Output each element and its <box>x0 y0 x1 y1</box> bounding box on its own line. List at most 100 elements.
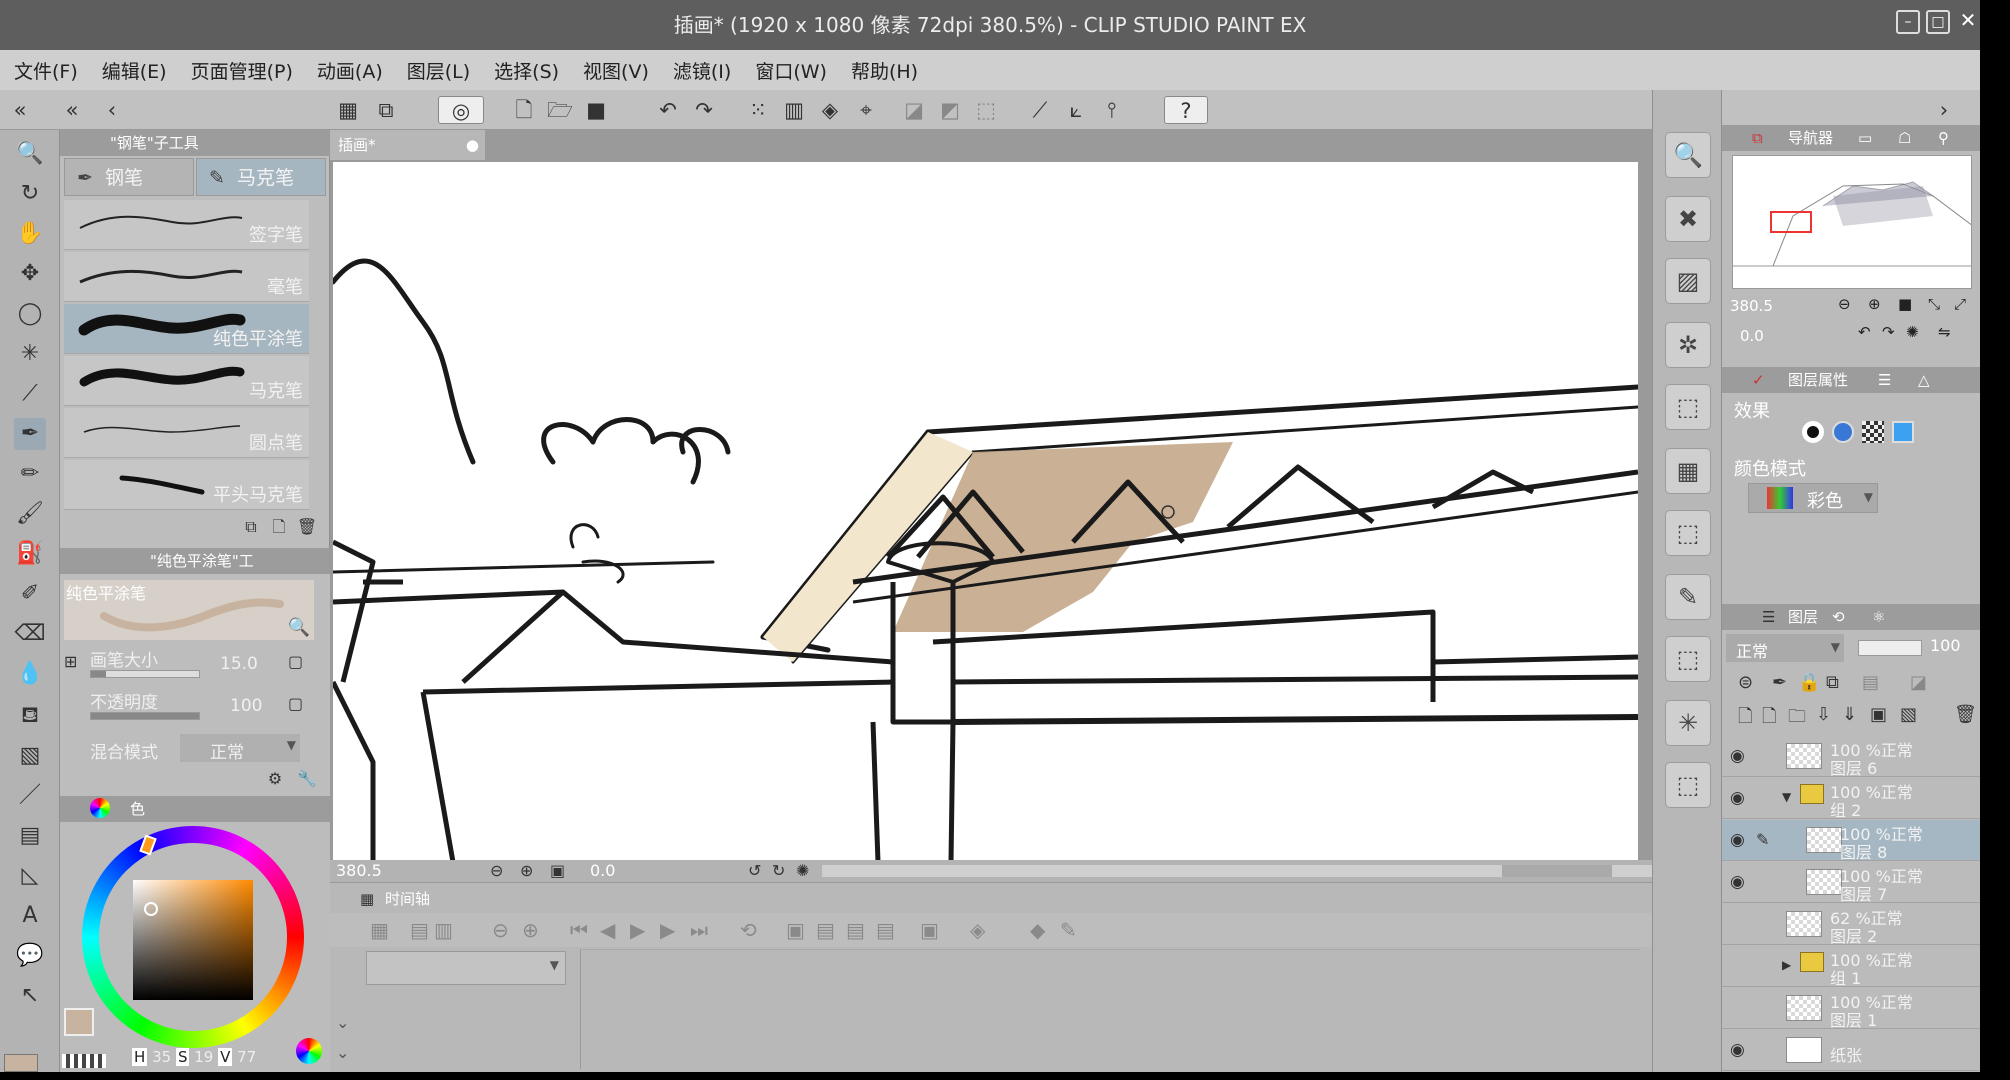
camera-icon[interactable]: ▤ <box>410 913 429 947</box>
cube-icon[interactable]: ⬚ <box>1665 636 1711 682</box>
maximize-button[interactable]: □ <box>1926 10 1950 34</box>
new-timeline-icon[interactable]: ▦ <box>370 913 389 947</box>
brush-item-selected[interactable]: 纯色平涂笔 <box>64 304 309 354</box>
fit-window-icon[interactable]: ⤢ <box>1954 295 1966 313</box>
prev-frame-icon[interactable]: ◀ <box>600 913 615 947</box>
close-button[interactable]: ✕ <box>1956 10 1980 34</box>
keyframe-icon[interactable]: ▣ <box>920 913 939 947</box>
diamond-icon[interactable]: ◆ <box>1030 913 1045 947</box>
menu-select[interactable]: 选择(S) <box>494 57 559 84</box>
rotate-right-icon[interactable]: ↷ <box>1882 323 1895 341</box>
eyedropper-icon[interactable]: ⟋ <box>14 378 46 410</box>
save-icon[interactable]: ■ <box>582 96 610 124</box>
drawing-canvas[interactable] <box>333 162 1638 860</box>
tab-icon[interactable]: ☰ <box>1878 367 1891 393</box>
decoration-icon[interactable]: ✐ <box>14 578 46 610</box>
navigator-preview[interactable] <box>1732 155 1972 289</box>
layer-row[interactable]: ◉ ✎ 100 %正常 图层 8 <box>1722 820 1980 862</box>
balloon-tool-icon[interactable]: 💬 <box>14 940 46 972</box>
delete-subtool-icon[interactable]: 🗑 <box>296 516 318 538</box>
keyframe-edit-icon[interactable]: ◈ <box>970 913 985 947</box>
angle-value[interactable]: 0.0 <box>590 860 615 882</box>
layer-row[interactable]: ◉ 100 %正常 图层 7 <box>1722 862 1980 904</box>
document-tab[interactable]: 插画* ● <box>330 130 485 160</box>
zoom-in-icon[interactable]: ⊕ <box>522 913 539 947</box>
chevron-left-icon[interactable]: ‹ <box>98 96 126 124</box>
gradient-icon[interactable]: ▧ <box>14 740 46 772</box>
layer-row[interactable]: 100 %正常 图层 1 <box>1722 988 1980 1030</box>
star-icon[interactable]: ✳ <box>1665 700 1711 746</box>
opacity-value[interactable]: 100 <box>230 696 262 716</box>
tab-marker[interactable]: ✎ 马克笔 <box>196 158 326 196</box>
brush-size-value[interactable]: 15.0 <box>220 654 258 674</box>
color-wheel-tab-icon[interactable] <box>90 798 110 818</box>
protect-alpha-icon[interactable]: ✒ <box>1772 672 1787 693</box>
tab-pen[interactable]: ✒ 钢笔 <box>64 158 194 196</box>
extract-line-icon[interactable] <box>1832 421 1854 443</box>
crop-icon[interactable]: ◪ <box>900 96 928 124</box>
reset-rotation-icon[interactable]: ✺ <box>796 860 809 882</box>
material-icon[interactable]: ✲ <box>1665 322 1711 368</box>
play-icon[interactable]: ▶ <box>630 913 645 947</box>
new-subtool-icon[interactable]: 🗋 <box>268 516 290 538</box>
collapse-left-icon[interactable]: « <box>58 96 86 124</box>
move-tool-icon[interactable]: ✥ <box>14 258 46 290</box>
layer-property-tab-label[interactable]: 图层属性 <box>1788 367 1848 393</box>
horizontal-scrollbar[interactable] <box>822 865 1652 877</box>
visibility-eye-icon[interactable]: ◉ <box>1730 1040 1745 1060</box>
blend-tool-icon[interactable]: 💧 <box>14 658 46 690</box>
apply-mask-icon[interactable]: ▧ <box>1900 704 1917 725</box>
onion-skin-icon[interactable]: ▥ <box>434 913 453 947</box>
main-color-swatch[interactable] <box>64 1008 94 1036</box>
brush-item[interactable]: 马克笔 <box>64 356 309 406</box>
merge-down-icon[interactable]: ⇓ <box>1842 704 1857 725</box>
delete-layer-icon[interactable]: 🗑 <box>1954 704 1977 725</box>
menu-file[interactable]: 文件(F) <box>14 57 78 84</box>
zoom-out-icon[interactable]: ⊖ <box>490 860 503 882</box>
magnifier-icon[interactable]: 🔍 <box>288 617 310 638</box>
layer-row[interactable]: 62 %正常 图层 2 <box>1722 904 1980 946</box>
paper-layer-row[interactable]: ◉ 纸张 <box>1722 1030 1980 1071</box>
navigator-angle-value[interactable]: 0.0 <box>1740 327 1764 345</box>
border-effect-icon[interactable] <box>1802 421 1824 443</box>
zoom-in-icon[interactable]: ⊕ <box>520 860 533 882</box>
layer-blend-select[interactable]: 正常 ▼ <box>1726 634 1844 662</box>
tab-timeline[interactable]: ▦ 时间轴 <box>360 887 460 911</box>
new-raster-layer-icon[interactable]: 🗋 <box>1738 704 1752 734</box>
transform-icon[interactable]: ⌖ <box>852 96 880 124</box>
rotate-right-icon[interactable]: ↻ <box>772 860 785 882</box>
first-frame-icon[interactable]: ⏮ <box>570 913 588 947</box>
airbrush-icon[interactable]: ⛽ <box>14 538 46 570</box>
layer-opacity-value[interactable]: 100 <box>1930 636 1961 655</box>
menu-layer[interactable]: 图层(L) <box>407 57 470 84</box>
menu-window[interactable]: 窗口(W) <box>755 57 827 84</box>
material-icon[interactable]: ✖ <box>1665 196 1711 242</box>
deselect-icon[interactable]: ⁙ <box>744 96 772 124</box>
brush-item[interactable]: 毫笔 <box>64 252 309 302</box>
pencil-tool-icon[interactable]: ✏ <box>14 458 46 490</box>
navigator-zoom-value[interactable]: 380.5 <box>1730 297 1773 315</box>
tab-icon[interactable]: △ <box>1918 367 1930 393</box>
close-tab-icon[interactable]: ● <box>466 130 479 160</box>
actual-size-icon[interactable]: ⤡ <box>1928 295 1940 313</box>
help-icon[interactable]: ? <box>1164 96 1208 124</box>
visibility-eye-icon[interactable]: ◉ <box>1730 830 1745 850</box>
new-folder-icon[interactable]: 🗀 <box>1788 704 1806 734</box>
special-ruler-snap-icon[interactable]: ⟀ <box>1062 96 1090 124</box>
reset-rotation-icon[interactable]: ✺ <box>1906 323 1919 341</box>
tone-icon[interactable] <box>1862 421 1884 443</box>
zoom-value[interactable]: 380.5 <box>336 860 382 882</box>
brush-item[interactable]: 圆点笔 <box>64 408 309 458</box>
figure-tool-icon[interactable]: ／ <box>14 780 46 812</box>
pen-icon[interactable]: ✎ <box>1665 574 1711 620</box>
zoom-tool-icon[interactable]: 🔍 <box>14 138 46 170</box>
transfer-down-icon[interactable]: ⇩ <box>1816 704 1831 725</box>
wrench-icon[interactable]: 🔧 <box>296 768 318 790</box>
ref-layer-icon[interactable]: ⊜ <box>1738 672 1753 693</box>
folder-icon[interactable]: ▨ <box>1665 258 1711 304</box>
canvas-menu-icon[interactable]: ⧉ <box>372 96 400 124</box>
chevron-down-icon[interactable]: ⌄ <box>336 1043 349 1062</box>
fill-bucket-icon[interactable]: ⛾ <box>14 700 46 732</box>
correction-tool-icon[interactable]: ↖ <box>14 980 46 1012</box>
layer-tab-label[interactable]: 图层 <box>1788 604 1818 630</box>
